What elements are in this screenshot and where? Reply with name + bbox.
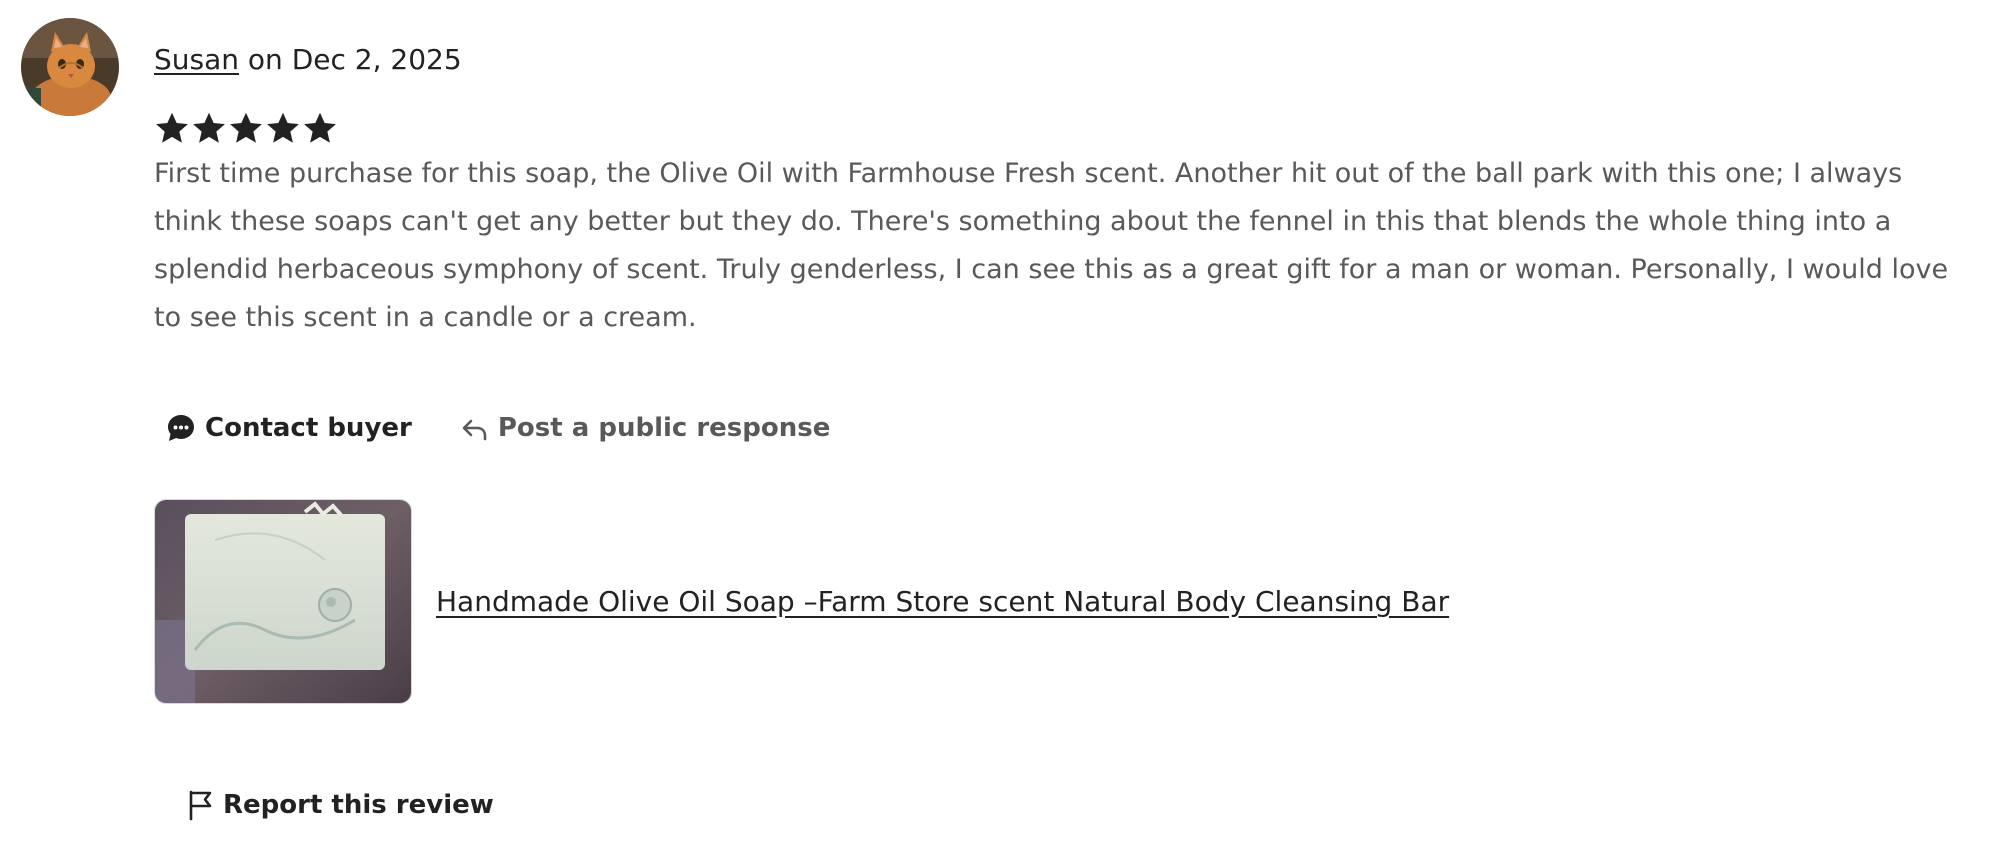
report-review-button[interactable]: Report this review (187, 789, 494, 821)
soap-bar-image (155, 500, 411, 703)
reviewer-name-link[interactable]: Susan (154, 43, 239, 76)
review-header: Susan on Dec 2, 2025 (154, 42, 462, 78)
star-rating (154, 110, 338, 146)
report-review-label: Report this review (223, 790, 494, 820)
contact-buyer-button[interactable]: Contact buyer (165, 412, 412, 444)
contact-buyer-label: Contact buyer (205, 413, 412, 443)
review-card: Susan on Dec 2, 2025 First time purchase… (0, 0, 1989, 863)
star-icon (304, 112, 336, 143)
cat-avatar-image (21, 18, 119, 116)
review-date: on Dec 2, 2025 (239, 43, 462, 76)
product-title-link[interactable]: Handmade Olive Oil Soap –Farm Store scen… (436, 585, 1449, 618)
post-public-response-button[interactable]: Post a public response (460, 413, 831, 443)
chat-bubble-icon (165, 412, 197, 444)
post-public-response-label: Post a public response (497, 413, 831, 443)
star-icon (267, 112, 299, 143)
star-icon (156, 112, 188, 143)
reviewed-product: Handmade Olive Oil Soap –Farm Store scen… (154, 499, 1449, 704)
flag-icon (187, 789, 215, 821)
reviewer-avatar[interactable] (21, 18, 119, 116)
review-body: First time purchase for this soap, the O… (154, 158, 1949, 333)
review-actions: Contact buyer Post a public response (165, 408, 830, 448)
product-thumbnail[interactable] (154, 499, 412, 704)
star-icon (230, 112, 262, 143)
star-icon (193, 112, 225, 143)
reply-arrow-icon (460, 413, 490, 443)
